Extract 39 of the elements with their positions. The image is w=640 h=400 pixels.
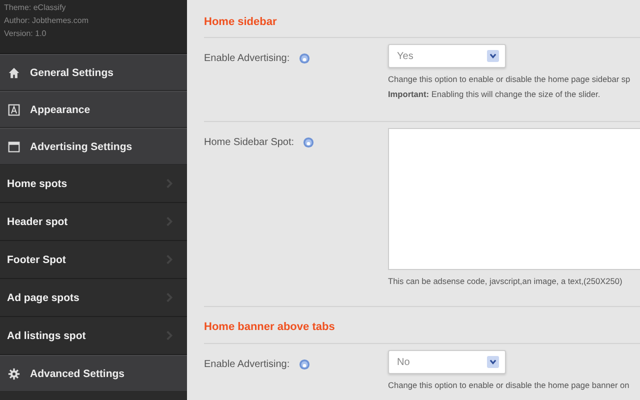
important-note: Important: Enabling this will change the size of the slider. <box>388 89 602 99</box>
chevron-right-icon <box>166 292 173 303</box>
sidebar-section-item[interactable]: Advertising Settings <box>0 128 187 165</box>
sidebar-section-item[interactable]: Advanced Settings <box>0 355 187 392</box>
sidebar-sub-label: Ad listings spot <box>7 330 86 342</box>
chevron-right-icon <box>166 254 173 265</box>
chevron-right-icon <box>166 330 173 341</box>
theme-info-text: Theme: eClassify <box>4 2 67 14</box>
sidebar-section-item[interactable]: General Settings <box>0 54 187 91</box>
sidebar-section-label: Appearance <box>30 104 90 116</box>
letter-a-square-icon <box>8 104 20 116</box>
sidebar-section-label: General Settings <box>30 66 114 78</box>
settings-icon <box>8 368 20 380</box>
section-heading: Home banner above tabs <box>204 307 640 344</box>
section-heading: Home sidebar <box>204 0 640 38</box>
sidebar-sub-label: Header spot <box>7 216 68 228</box>
chevron-right-icon <box>166 216 173 227</box>
theme-info-text: Version: 1.0 <box>4 28 48 40</box>
help-icon[interactable] <box>298 359 310 370</box>
sidebar-sub-label: Home spots <box>7 178 68 190</box>
field-label: Enable Advertising: <box>204 359 290 370</box>
home-icon <box>8 66 20 78</box>
help-icon[interactable] <box>303 137 314 148</box>
theme-info-text: Author: Jobthemes.com <box>4 15 90 27</box>
help-text: This can be adsense code, javscript,an image, a text,(250X250) <box>388 276 624 286</box>
field-label: Home Sidebar Spot: <box>204 137 294 148</box>
sidebar-sub-label: Ad page spots <box>7 292 80 304</box>
help-text: Change this option to enable or disable the home page sidebar sp <box>388 74 632 84</box>
sidebar-section-label: Advanced Settings <box>30 368 125 380</box>
sidebar-sub-label: Footer Spot <box>7 254 66 266</box>
dropdown-select[interactable]: No <box>388 350 506 374</box>
help-icon[interactable] <box>298 53 310 64</box>
sidebar-section-label: Advertising Settings <box>30 140 132 152</box>
sidebar-section-item[interactable]: Appearance <box>0 91 187 128</box>
field-label: Enable Advertising: <box>204 53 290 64</box>
chevron-right-icon <box>166 178 173 189</box>
dropdown-select[interactable]: Yes <box>388 44 506 68</box>
window-icon <box>8 140 20 152</box>
help-text: Change this option to enable or disable the home page banner on <box>388 380 630 390</box>
